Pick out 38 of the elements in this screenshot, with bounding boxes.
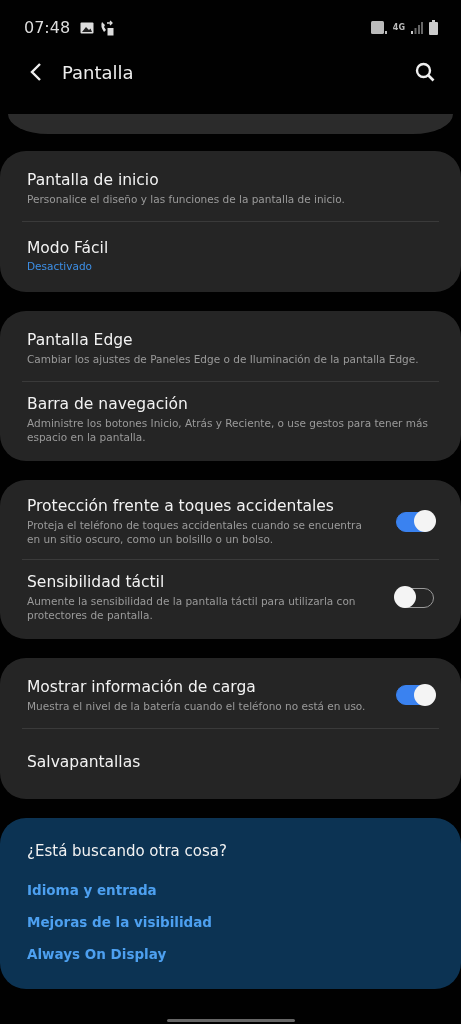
battery-icon <box>429 20 438 35</box>
settings-item[interactable]: Modo Fácil Desactivado <box>0 222 461 288</box>
item-summary: Administre los botones Inicio, Atrás y Reciente, o use gestos para tener más espacio en la pantalla. <box>27 416 429 444</box>
page-title: Pantalla <box>62 61 134 83</box>
item-title: Protección frente a toques accidentales <box>27 497 335 515</box>
settings-item[interactable]: Salvapantallas <box>0 729 461 795</box>
item-status: Desactivado <box>27 259 93 272</box>
item-title: Sensibilidad táctil <box>27 573 166 591</box>
suggestion-link[interactable]: Idioma y entrada <box>27 875 434 907</box>
settings-item[interactable]: Pantalla Edge Cambiar los ajustes de Paneles Edge o de Iluminación de la pantalla Edge. <box>0 315 461 381</box>
settings-item[interactable]: Sensibilidad táctil Aumente la sensibilidad de la pantalla táctil para utilizarla con protectores de pantalla. <box>0 560 461 635</box>
item-title: Modo Fácil <box>27 238 110 257</box>
toggle-switch[interactable] <box>396 685 434 705</box>
network-type: 4G <box>392 23 405 32</box>
item-title: Salvapantallas <box>27 753 142 771</box>
item-title: Pantalla de inicio <box>27 170 160 189</box>
settings-item[interactable]: Protección frente a toques accidentales Proteja el teléfono de toques accidentales cuando se encuentra en un sitio oscuro, como un bolsillo o un bolso. <box>0 484 461 559</box>
signal-icon <box>411 21 423 34</box>
toggle-switch[interactable] <box>396 511 434 532</box>
item-summary: Personalice el diseño y las funciones de la pantalla de inicio. <box>27 191 346 206</box>
settings-item[interactable]: Barra de navegación Administre los botones Inicio, Atrás y Reciente, o use gestos para tener más espacio en la pantalla. <box>0 382 461 457</box>
item-summary: Muestra el nivel de la batería cuando el teléfono no está en uso. <box>27 698 367 713</box>
item-summary: Cambiar los ajustes de Paneles Edge o de Iluminación de la pantalla Edge. <box>27 351 420 366</box>
suggestion-link[interactable]: Mejoras de la visibilidad <box>27 907 434 939</box>
item-title: Pantalla Edge <box>27 330 134 349</box>
back-icon[interactable] <box>30 62 42 82</box>
item-summary: Proteja el teléfono de toques accidentales cuando se encuentra en un sitio oscuro, como un bolsillo o un bolso. <box>27 518 363 546</box>
image-icon <box>80 21 95 34</box>
status-time: 07:48 <box>24 18 71 37</box>
item-title: Mostrar información de carga <box>27 677 257 696</box>
search-icon[interactable] <box>415 62 435 82</box>
item-title: Barra de navegación <box>27 395 189 413</box>
settings-item[interactable]: Pantalla de inicio Personalice el diseño y las funciones de la pantalla de inicio. <box>0 155 461 221</box>
item-summary: Aumente la sensibilidad de la pantalla táctil para utilizarla con protectores de pantalla. <box>27 594 357 622</box>
suggestions-heading: ¿Está buscando otra cosa? <box>27 842 228 860</box>
suggestion-link[interactable]: Always On Display <box>27 939 434 971</box>
call-forward-icon <box>100 19 115 36</box>
settings-item[interactable]: Mostrar información de carga Muestra el nivel de la batería cuando el teléfono no está en uso. <box>0 662 461 728</box>
